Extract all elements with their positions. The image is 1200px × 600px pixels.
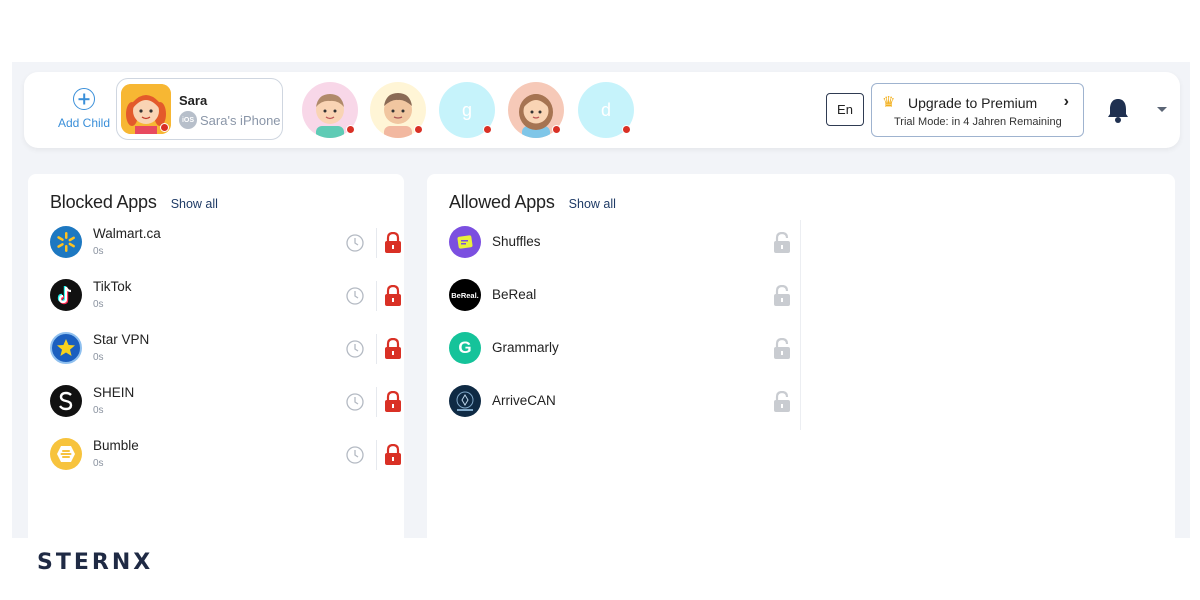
shein-icon	[50, 385, 82, 417]
premium-title: Upgrade to Premium	[908, 95, 1038, 111]
blocked-apps-panel: Blocked Apps Show all Walmart.ca 0s TikT…	[28, 174, 404, 538]
allowed-show-all-link[interactable]: Show all	[569, 197, 616, 211]
blocked-apps-header: Blocked Apps Show all	[50, 192, 218, 213]
status-dot	[552, 125, 561, 134]
app-name: Grammarly	[492, 340, 559, 355]
clock-icon[interactable]	[346, 340, 364, 358]
add-child-label: Add Child	[57, 116, 111, 130]
child-avatar-boy[interactable]	[302, 82, 358, 138]
lock-icon[interactable]	[384, 285, 402, 307]
app-name: Star VPN	[93, 332, 150, 347]
blocked-app-row: Star VPN 0s	[50, 328, 401, 372]
app-name: TikTok	[93, 279, 132, 294]
crown-icon: ♛	[882, 94, 896, 111]
allowed-app-row: BeReal. BeReal	[449, 275, 799, 319]
app-usage-time: 0s	[93, 246, 104, 257]
unlock-icon[interactable]	[773, 391, 791, 413]
status-dot	[160, 123, 169, 132]
app-name: Bumble	[93, 438, 139, 453]
blocked-app-row: Bumble 0s	[50, 434, 401, 478]
allowed-app-row: G Grammarly	[449, 328, 799, 372]
device-name: Sara's iPhone	[200, 112, 281, 128]
app-name: ArriveCAN	[492, 393, 556, 408]
divider	[376, 281, 377, 311]
app-name: Shuffles	[492, 234, 541, 249]
arrivecan-icon	[449, 385, 481, 417]
active-child-card[interactable]: Sara iOS Sara's iPhone	[116, 78, 283, 140]
bumble-icon	[50, 438, 82, 470]
sternx-logo: STERNX	[37, 550, 154, 575]
child-avatar-man[interactable]	[370, 82, 426, 138]
upgrade-premium-button[interactable]: ♛ Upgrade to Premium › Trial Mode: in 4 …	[871, 83, 1084, 137]
ios-badge-icon: iOS	[179, 111, 197, 129]
app-usage-time: 0s	[93, 352, 104, 363]
divider	[376, 228, 377, 258]
star-vpn-icon	[50, 332, 82, 364]
app-usage-time: 0s	[93, 299, 104, 310]
allowed-app-row: ArriveCAN	[449, 381, 799, 425]
allowed-app-row: Shuffles	[449, 222, 799, 266]
child-avatar-d[interactable]: d	[578, 82, 634, 138]
blocked-app-row: Walmart.ca 0s	[50, 222, 401, 266]
app-background: Add Child Sara iOS Sara's iPhone g d En …	[12, 62, 1190, 538]
blocked-app-row: SHEIN 0s	[50, 381, 401, 425]
app-usage-time: 0s	[93, 458, 104, 469]
allowed-apps-title: Allowed Apps	[449, 192, 555, 212]
allowed-apps-panel: Allowed Apps Show all Shuffles BeReal. B…	[427, 174, 1175, 538]
app-name: SHEIN	[93, 385, 135, 400]
chevron-right-icon: ›	[1063, 93, 1069, 110]
child-device: iOS Sara's iPhone	[179, 111, 281, 129]
clock-icon[interactable]	[346, 393, 364, 411]
app-usage-time: 0s	[93, 405, 104, 416]
app-name: BeReal	[492, 287, 537, 302]
divider	[376, 334, 377, 364]
notification-bell-icon[interactable]	[1107, 96, 1129, 124]
child-name: Sara	[179, 93, 208, 108]
grammarly-icon: G	[449, 332, 481, 364]
bereal-icon: BeReal.	[449, 279, 481, 311]
status-dot	[622, 125, 631, 134]
blocked-apps-title: Blocked Apps	[50, 192, 157, 212]
children-bar: Add Child Sara iOS Sara's iPhone g d En …	[24, 72, 1180, 148]
add-child-button[interactable]: Add Child	[54, 88, 114, 130]
lock-icon[interactable]	[384, 444, 402, 466]
shuffles-icon	[449, 226, 481, 258]
allowed-apps-header: Allowed Apps Show all	[449, 192, 616, 213]
clock-icon[interactable]	[346, 446, 364, 464]
account-dropdown-caret-icon[interactable]	[1157, 107, 1167, 112]
status-dot	[346, 125, 355, 134]
child-avatar-girl[interactable]	[508, 82, 564, 138]
divider	[376, 440, 377, 470]
app-name: Walmart.ca	[93, 226, 161, 241]
child-avatar-g[interactable]: g	[439, 82, 495, 138]
lock-icon[interactable]	[384, 232, 402, 254]
column-divider	[800, 220, 801, 430]
tiktok-icon	[50, 279, 82, 311]
unlock-icon[interactable]	[773, 232, 791, 254]
walmart-icon	[50, 226, 82, 258]
status-dot	[414, 125, 423, 134]
lock-icon[interactable]	[384, 338, 402, 360]
trial-status: Trial Mode: in 4 Jahren Remaining	[894, 116, 1062, 128]
blocked-app-row: TikTok 0s	[50, 275, 401, 319]
clock-icon[interactable]	[346, 287, 364, 305]
lock-icon[interactable]	[384, 391, 402, 413]
unlock-icon[interactable]	[773, 285, 791, 307]
clock-icon[interactable]	[346, 234, 364, 252]
language-button[interactable]: En	[826, 93, 864, 126]
unlock-icon[interactable]	[773, 338, 791, 360]
blocked-show-all-link[interactable]: Show all	[171, 197, 218, 211]
status-dot	[483, 125, 492, 134]
plus-icon	[73, 88, 95, 110]
divider	[376, 387, 377, 417]
